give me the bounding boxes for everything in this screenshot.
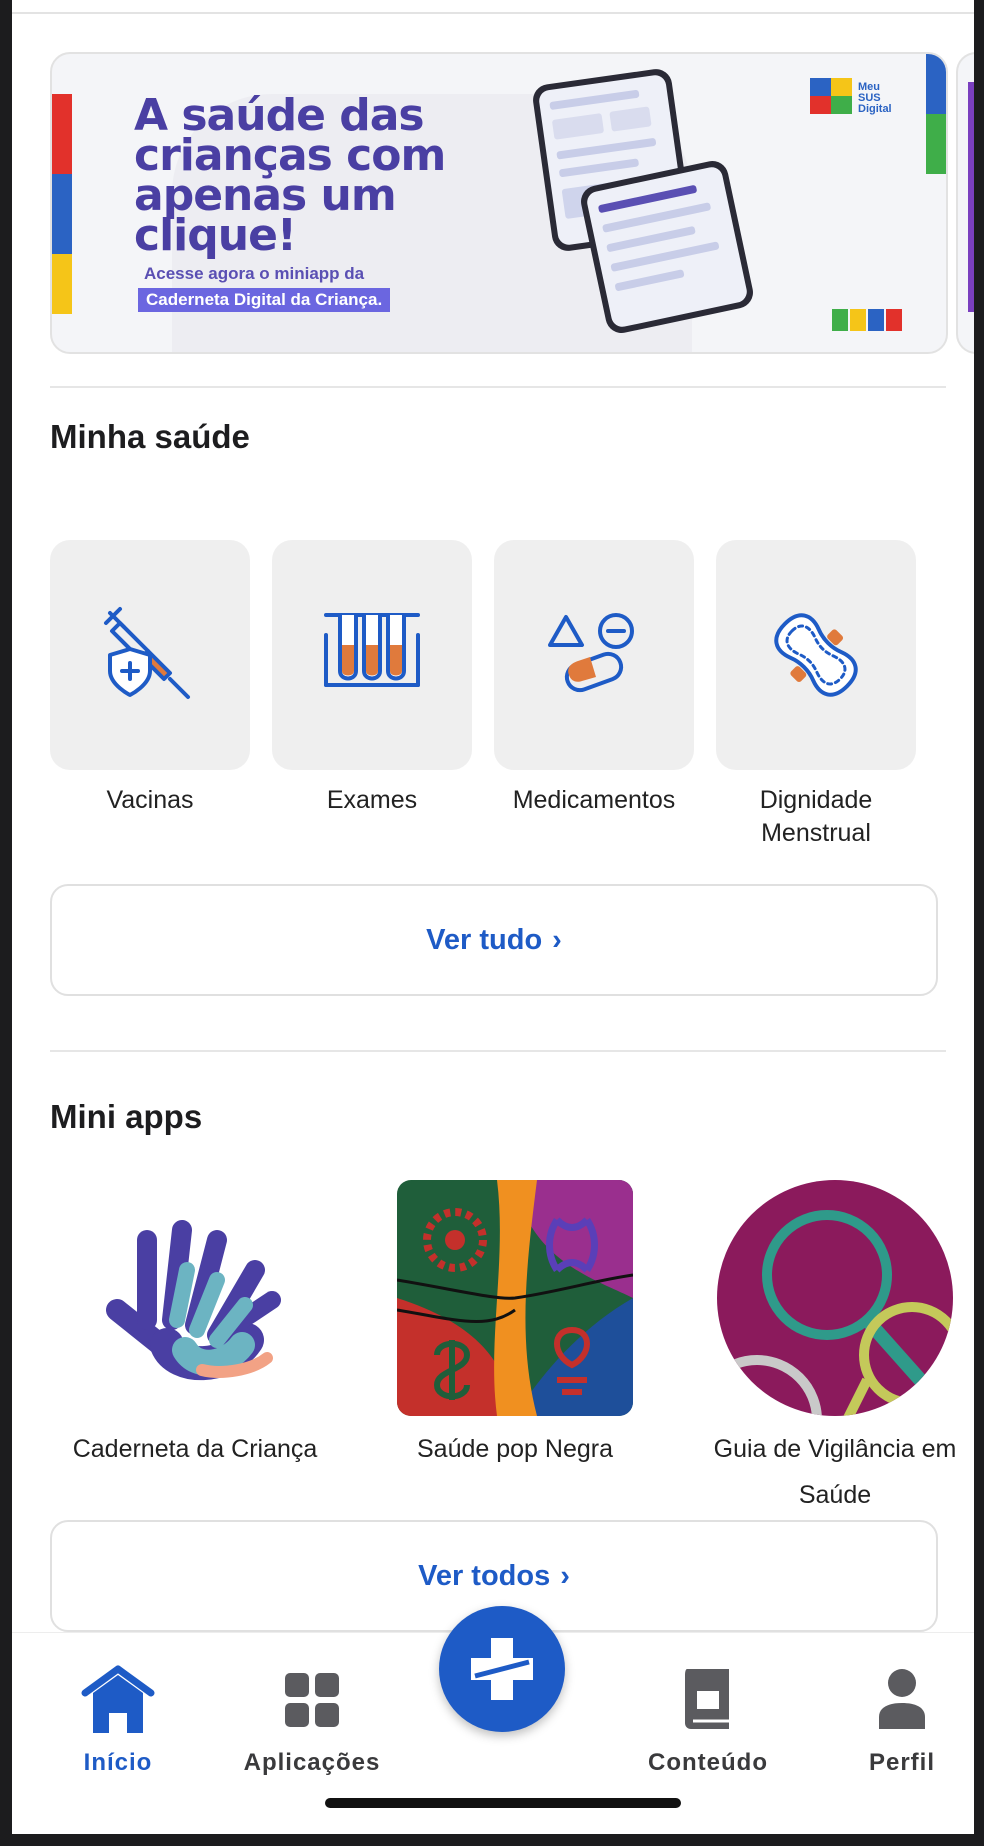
mini-app-label: Caderneta da Criança — [72, 1435, 318, 1463]
banner-subtitle-1: Acesse agora o miniapp da — [144, 264, 365, 283]
tile-dignidade-box — [716, 540, 916, 770]
nav-label: Conteúdo — [648, 1749, 768, 1776]
mini-app-label: Guia de Vigilância em Saúde — [713, 1435, 957, 1509]
sus-logo-icon — [810, 78, 852, 114]
tile-label: Exames — [326, 786, 418, 814]
vaccine-icon — [104, 607, 190, 699]
nav-label: Aplicações — [243, 1749, 381, 1776]
home-indicator[interactable] — [325, 1798, 681, 1808]
health-shortcuts: Vacinas Exames Medicamentos Dignidade Me… — [50, 540, 950, 847]
banner-stripe-yellow — [52, 254, 72, 314]
gov-logo-icon — [832, 309, 912, 331]
phone-mockup-front — [578, 158, 756, 336]
tile-label: Medicamentos — [512, 786, 676, 814]
see-all-label: Ver tudo — [426, 923, 543, 956]
mini-apps-list: Caderneta da Criança Saúde pop Negra Gui… — [50, 1180, 974, 1520]
adinkra-pattern-icon — [397, 1180, 633, 1416]
section-divider — [50, 1050, 946, 1052]
mini-app-label: Saúde pop Negra — [417, 1435, 613, 1463]
tile-medicamentos[interactable]: Medicamentos — [494, 540, 694, 817]
banner-stripe-right-green — [926, 114, 946, 174]
see-all-health-button[interactable]: Ver tudo › — [50, 884, 938, 996]
magnifier-circle-icon — [717, 1180, 953, 1416]
tile-label: Vacinas — [106, 786, 194, 814]
banner-title: A saúde das crianças com apenas um cliqu… — [134, 90, 446, 261]
tile-medicamentos-box — [494, 540, 694, 770]
nav-label: Perfil — [868, 1749, 936, 1776]
hands-icon — [77, 1180, 313, 1416]
section-title-minha-saude: Minha saúde — [50, 418, 250, 455]
mini-app-saude-pop-negra[interactable]: Saúde pop Negra — [370, 1180, 660, 1472]
mini-app-caderneta[interactable]: Caderneta da Criança — [50, 1180, 340, 1472]
app-screen: A saúde das crianças com apenas um cliqu… — [12, 0, 974, 1834]
tile-label: Dignidade Menstrual — [759, 786, 873, 847]
nav-aplicacoes[interactable]: Aplicações — [222, 1663, 402, 1777]
see-all-label: Ver todos — [418, 1559, 551, 1592]
section-title-mini-apps: Mini apps — [50, 1098, 203, 1135]
section-divider — [50, 386, 946, 388]
banner-stripe-blue — [52, 174, 72, 254]
tile-vacinas-box — [50, 540, 250, 770]
medications-icon — [548, 613, 634, 693]
nav-conteudo[interactable]: Conteúdo — [618, 1663, 798, 1777]
nav-perfil[interactable]: Perfil — [812, 1663, 974, 1777]
chevron-right-icon: › — [560, 1559, 570, 1592]
banner-stripe-red — [52, 94, 72, 174]
grid-icon — [285, 1673, 339, 1727]
sus-center-button[interactable] — [439, 1606, 565, 1732]
nav-label: Início — [83, 1749, 153, 1776]
promo-banner[interactable]: A saúde das crianças com apenas um cliqu… — [50, 52, 948, 354]
book-icon — [685, 1669, 729, 1729]
tile-exames-box — [272, 540, 472, 770]
top-divider — [12, 12, 974, 14]
mini-app-guia-vigilancia[interactable]: Guia de Vigilância em Saúde — [690, 1180, 974, 1518]
sanitary-pad-icon — [774, 613, 858, 697]
tile-exames[interactable]: Exames — [272, 540, 472, 817]
sus-logo-text: Meu SUS Digital — [858, 81, 892, 115]
person-icon — [879, 1669, 925, 1729]
tile-dignidade-menstrual[interactable]: Dignidade Menstrual — [716, 540, 916, 850]
sus-cross-icon — [471, 1638, 533, 1700]
nav-inicio[interactable]: Início — [28, 1663, 208, 1777]
next-banner-peek[interactable] — [956, 52, 974, 354]
test-tubes-icon — [324, 613, 420, 687]
home-icon — [81, 1665, 155, 1733]
tile-vacinas[interactable]: Vacinas — [50, 540, 250, 817]
banner-subtitle-2: Caderneta Digital da Criança. — [138, 288, 391, 312]
chevron-right-icon: › — [552, 923, 562, 956]
